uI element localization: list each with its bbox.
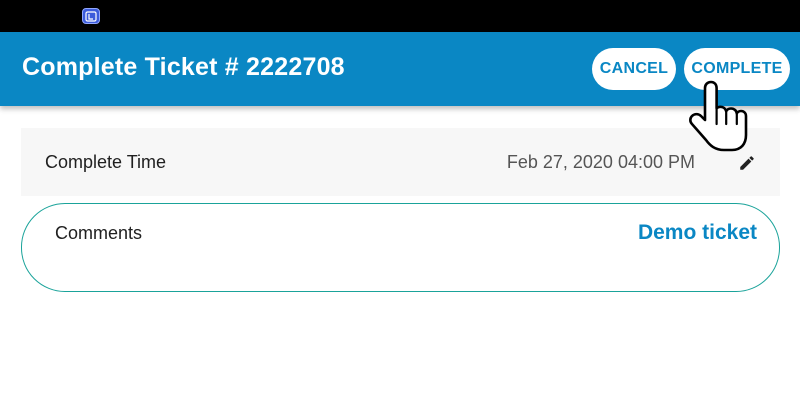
app-bar: Complete Ticket # 2222708 CANCEL COMPLET… bbox=[0, 32, 800, 106]
complete-time-row[interactable]: Complete Time Feb 27, 2020 04:00 PM bbox=[21, 128, 780, 196]
comments-field[interactable]: Comments Demo ticket bbox=[21, 203, 780, 292]
status-bar bbox=[0, 0, 800, 32]
complete-time-value: Feb 27, 2020 04:00 PM bbox=[506, 152, 695, 172]
page-title: Complete Ticket # 2222708 bbox=[22, 53, 345, 81]
pencil-icon[interactable] bbox=[738, 154, 756, 172]
launcher-app-icon bbox=[82, 8, 100, 24]
comments-value[interactable]: Demo ticket bbox=[638, 221, 757, 245]
cancel-button[interactable]: CANCEL bbox=[592, 48, 676, 90]
complete-button[interactable]: COMPLETE bbox=[684, 48, 790, 90]
comments-label: Comments bbox=[55, 223, 143, 243]
complete-time-label: Complete Time bbox=[45, 152, 167, 172]
